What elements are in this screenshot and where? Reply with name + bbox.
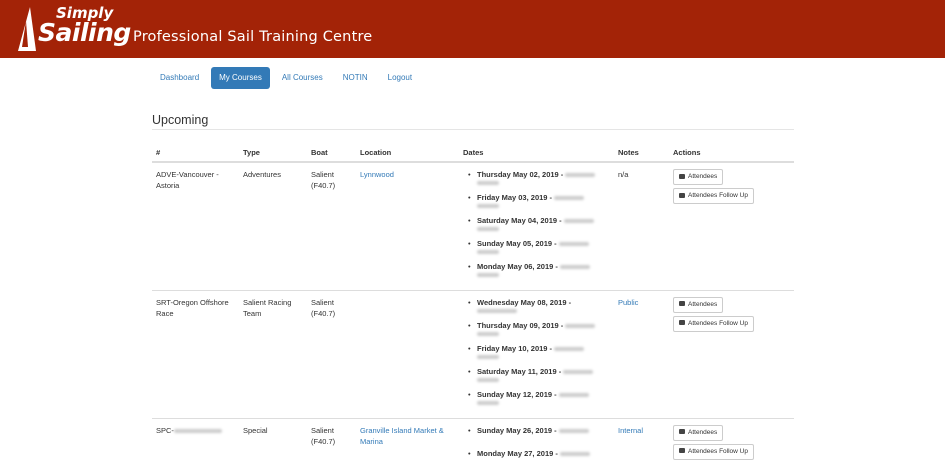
date-item: Monday May 27, 2019 - bbox=[468, 448, 610, 465]
course-location-link[interactable]: Granville Island Market & Marina bbox=[360, 426, 444, 446]
nav-all-courses[interactable]: All Courses bbox=[274, 67, 331, 89]
date-item: Sunday May 26, 2019 - bbox=[468, 425, 610, 442]
site-header: Simply Sailing Professional Sail Trainin… bbox=[0, 0, 945, 58]
course-notes: Internal bbox=[618, 425, 644, 435]
date-item: Thursday May 09, 2019 - bbox=[468, 320, 610, 337]
col-header-boat: Boat bbox=[307, 143, 356, 163]
table-row: ADVE-Vancouver - Astoria Adventures Sali… bbox=[152, 161, 794, 290]
course-notes: Public bbox=[618, 297, 639, 307]
attendees-icon bbox=[679, 173, 685, 179]
attendees-follow-up-button[interactable]: Attendees Follow Up bbox=[673, 188, 754, 204]
col-header-type: Type bbox=[239, 143, 307, 163]
main-nav: Dashboard My Courses All Courses NOTIN L… bbox=[152, 67, 424, 89]
col-header-notes: Notes bbox=[614, 143, 669, 163]
date-item: Wednesday May 08, 2019 - bbox=[468, 297, 610, 314]
nav-my-courses[interactable]: My Courses bbox=[211, 67, 270, 89]
course-type: Adventures bbox=[239, 161, 307, 290]
col-header-id: # bbox=[152, 143, 239, 163]
date-item: Sunday May 12, 2019 - bbox=[468, 389, 610, 406]
table-row: SRT-Oregon Offshore Race Salient Racing … bbox=[152, 289, 794, 418]
course-dates: Sunday May 26, 2019 - Monday May 27, 201… bbox=[463, 425, 610, 465]
course-id: SPC- bbox=[152, 417, 239, 471]
course-id: SRT-Oregon Offshore Race bbox=[152, 289, 239, 418]
nav-user[interactable]: NOTIN bbox=[335, 67, 376, 89]
table-header-row: # Type Boat Location Dates Notes Actions bbox=[152, 143, 794, 163]
course-type: Special bbox=[239, 417, 307, 471]
col-header-dates: Dates bbox=[459, 143, 614, 163]
date-item: Sunday May 05, 2019 - bbox=[468, 238, 610, 255]
course-boat: Salient (F40.7) bbox=[307, 417, 356, 471]
comment-icon bbox=[679, 320, 685, 326]
course-dates: Thursday May 02, 2019 - Friday May 03, 2… bbox=[463, 169, 610, 278]
attendees-button[interactable]: Attendees bbox=[673, 424, 724, 441]
date-item: Friday May 10, 2019 - bbox=[468, 343, 610, 360]
course-id: ADVE-Vancouver - Astoria bbox=[152, 161, 239, 290]
table-row: SPC- Special Salient (F40.7) Granville I… bbox=[152, 417, 794, 471]
section-title: Upcoming bbox=[152, 113, 209, 127]
course-notes: n/a bbox=[614, 161, 669, 290]
nav-logout[interactable]: Logout bbox=[380, 67, 420, 89]
course-boat: Salient (F40.7) bbox=[307, 161, 356, 290]
sail-logo-icon bbox=[18, 7, 36, 51]
date-item: Friday May 03, 2019 - bbox=[468, 192, 610, 209]
course-dates: Wednesday May 08, 2019 - Thursday May 09… bbox=[463, 297, 610, 406]
col-header-location: Location bbox=[356, 143, 459, 163]
date-item: Monday May 06, 2019 - bbox=[468, 261, 610, 278]
nav-dashboard[interactable]: Dashboard bbox=[152, 67, 207, 89]
comment-icon bbox=[679, 448, 685, 454]
col-header-actions: Actions bbox=[669, 143, 794, 163]
comment-icon bbox=[679, 192, 685, 198]
attendees-follow-up-button[interactable]: Attendees Follow Up bbox=[673, 443, 754, 460]
course-boat: Salient (F40.7) bbox=[307, 289, 356, 418]
date-item: Saturday May 04, 2019 - bbox=[468, 215, 610, 232]
course-type: Salient Racing Team bbox=[239, 289, 307, 418]
attendees-icon bbox=[679, 301, 685, 307]
logo[interactable]: Simply Sailing bbox=[16, 4, 131, 54]
attendees-button[interactable]: Attendees bbox=[673, 169, 724, 185]
site-tagline: Professional Sail Training Centre bbox=[133, 29, 373, 45]
date-item: Thursday May 02, 2019 - bbox=[468, 169, 610, 186]
attendees-button[interactable]: Attendees bbox=[673, 296, 724, 313]
logo-text-bottom: Sailing bbox=[38, 18, 131, 47]
course-location-link[interactable]: Lynnwood bbox=[360, 170, 394, 179]
section-divider bbox=[152, 129, 794, 130]
attendees-icon bbox=[679, 429, 685, 435]
attendees-follow-up-button[interactable]: Attendees Follow Up bbox=[673, 315, 754, 332]
date-item: Saturday May 11, 2019 - bbox=[468, 366, 610, 383]
courses-table: # Type Boat Location Dates Notes Actions… bbox=[152, 143, 794, 471]
